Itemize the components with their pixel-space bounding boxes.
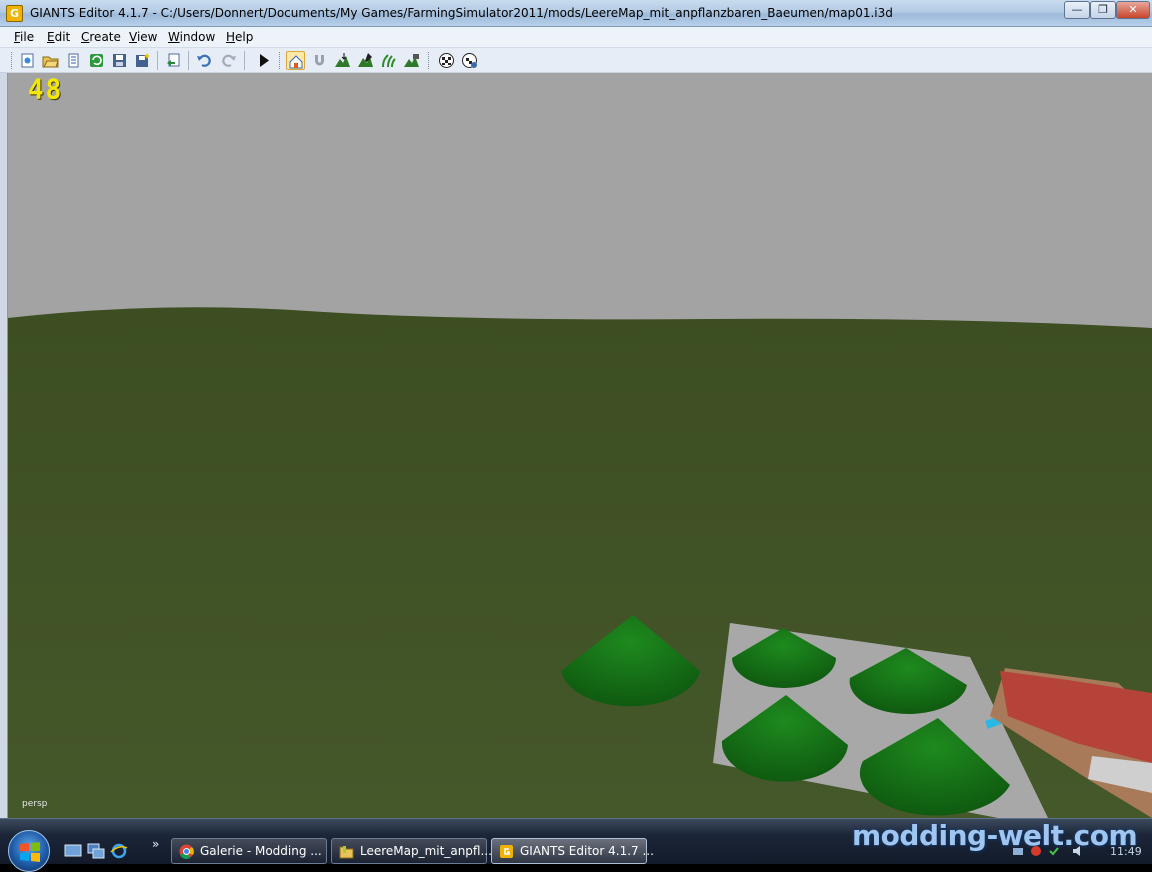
folder-icon [339,846,354,859]
quick-launch-more-button[interactable]: » [152,837,159,851]
fps-counter: 48 [28,74,64,106]
taskbar-item-label: GIANTS Editor 4.1.7 ... [520,844,654,858]
toolbar-grip[interactable] [11,52,14,69]
select-mode-icon[interactable] [286,51,305,70]
giants-editor-app-icon: G [6,5,23,22]
watermark-text: modding-welt.com [852,819,1138,852]
menu-file[interactable]: File [14,30,34,44]
toolbar-grip[interactable] [279,52,282,69]
tray-check-icon[interactable] [1048,845,1060,857]
taskbar-clock[interactable]: 11:49 [1110,845,1142,858]
sky [8,73,1152,318]
properties-icon[interactable] [64,51,83,70]
window-title: GIANTS Editor 4.1.7 - C:/Users/Donnert/D… [30,6,893,20]
toolbar [0,48,1152,73]
giants-editor-icon [500,845,513,858]
camera-mode-label: persp [22,799,48,809]
foliage-paint-icon[interactable] [379,51,398,70]
left-dock-frame [0,73,8,818]
taskbar-item-folder[interactable]: LeereMap_mit_anpfl... [331,838,492,864]
taskbar-item-chrome[interactable]: Galerie - Modding ... [171,838,327,864]
place-object-icon[interactable] [402,51,421,70]
open-icon[interactable] [41,51,60,70]
restore-button[interactable]: ❐ [1090,1,1116,19]
taskbar-item-giants-editor[interactable]: GIANTS Editor 4.1.7 ... [491,838,654,864]
close-button[interactable]: ✕ [1116,1,1150,19]
play-icon[interactable] [254,51,273,70]
redo-icon[interactable] [219,51,238,70]
menu-edit[interactable]: Edit [47,30,70,44]
tray-alert-icon[interactable] [1030,845,1042,857]
new-icon[interactable] [18,51,37,70]
show-desktop-icon[interactable] [64,843,82,859]
terrain-sculpt-icon[interactable] [333,51,352,70]
import-icon[interactable] [164,51,183,70]
toolbar-grip[interactable] [428,52,431,69]
chrome-icon [179,844,194,859]
menu-create[interactable]: Create [81,30,121,44]
save-all-icon[interactable] [133,51,152,70]
checker-settings-icon[interactable] [460,51,479,70]
terrain-paint-icon[interactable] [356,51,375,70]
3d-viewport[interactable]: 48 persp [8,73,1152,818]
minimize-button[interactable]: — [1064,1,1090,19]
scene-render [8,73,1152,818]
title-bar: G GIANTS Editor 4.1.7 - C:/Users/Donnert… [0,0,1152,27]
taskbar-item-label: Galerie - Modding ... [200,844,322,858]
taskbar: » Galerie - Modding ... LeereMap_mit_anp… [0,818,1152,872]
taskbar-item-label: LeereMap_mit_anpfl... [360,844,492,858]
save-icon[interactable] [110,51,129,70]
menu-help[interactable]: Help [226,30,253,44]
menu-bar: File Edit Create View Window Help [0,27,1152,48]
internet-explorer-icon[interactable] [110,843,128,859]
magnet-icon[interactable] [310,51,329,70]
tray-volume-icon[interactable] [1072,845,1084,857]
checker-icon[interactable] [437,51,456,70]
switch-windows-icon[interactable] [87,843,105,859]
windows-logo-icon [20,842,40,862]
toolbar-separator [244,51,245,70]
menu-window[interactable]: Window [168,30,215,44]
menu-view[interactable]: View [129,30,157,44]
reload-icon[interactable] [87,51,106,70]
tray-network-icon[interactable] [1012,845,1024,857]
start-button[interactable] [8,830,50,872]
toolbar-separator [157,51,158,70]
undo-icon[interactable] [195,51,214,70]
toolbar-separator [188,51,189,70]
